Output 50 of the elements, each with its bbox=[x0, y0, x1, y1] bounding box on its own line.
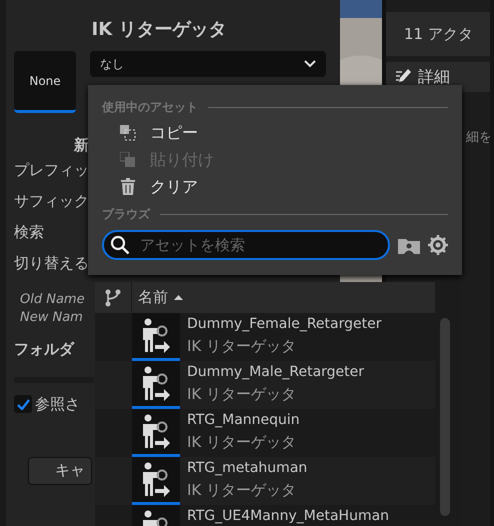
asset-name: Dummy_Female_Retargeter bbox=[187, 315, 382, 334]
checkbox[interactable] bbox=[14, 395, 32, 413]
search-field[interactable]: アセットを検索 bbox=[138, 232, 378, 258]
menu-item[interactable]: クリア bbox=[102, 173, 448, 200]
branch-icon[interactable] bbox=[105, 288, 121, 306]
note-text: New Nam bbox=[20, 309, 83, 328]
section-heading: ブラウズ bbox=[102, 206, 150, 223]
retarget-figure-icon bbox=[141, 462, 171, 498]
asset-row[interactable]: RTG_metahuman IK リターゲッタ bbox=[95, 457, 435, 505]
checkbox-label: 参照さ bbox=[35, 394, 80, 415]
retarget-figure-icon bbox=[141, 366, 171, 402]
search-box[interactable]: アセットを検索 bbox=[102, 230, 390, 260]
name-column-header[interactable]: 名前 bbox=[132, 286, 183, 309]
retarget-figure-icon bbox=[141, 414, 171, 450]
retarget-figure-icon bbox=[141, 318, 171, 354]
folder-heading: フォルダ bbox=[14, 338, 74, 360]
dialog-title: IK リターゲッタ bbox=[90, 18, 228, 42]
asset-row[interactable]: RTG_Mannequin IK リターゲッタ bbox=[95, 409, 435, 457]
asset-thumbnail[interactable]: None bbox=[14, 51, 76, 113]
section-heading: 新 bbox=[74, 134, 89, 156]
cancel-button[interactable]: キャ bbox=[28, 456, 92, 484]
search-icon bbox=[110, 235, 130, 255]
trash-icon bbox=[120, 178, 136, 195]
note-text: Old Name bbox=[20, 291, 85, 310]
asset-row[interactable]: RTG_UE4Manny_MetaHuman bbox=[95, 505, 435, 526]
menu-item[interactable]: コピー bbox=[102, 119, 448, 146]
asset-type: IK リターゲッタ bbox=[187, 336, 298, 357]
section-heading: 使用中のアセット bbox=[102, 99, 198, 116]
sort-ascending-icon bbox=[174, 295, 183, 300]
field-label: サフィック bbox=[14, 191, 89, 212]
asset-type: IK リターゲッタ bbox=[187, 384, 298, 405]
field-label: 検索 bbox=[14, 222, 44, 244]
field-label: 切り替える bbox=[14, 253, 89, 274]
field-label: プレフィッ bbox=[14, 160, 89, 182]
asset-type: IK リターゲッタ bbox=[187, 480, 298, 501]
actor-count: 11 アクタ bbox=[386, 12, 490, 56]
asset-name: RTG_metahuman bbox=[187, 459, 308, 478]
asset-type: IK リターゲッタ bbox=[187, 432, 298, 453]
settings-icon[interactable] bbox=[428, 235, 448, 255]
paste-icon bbox=[120, 152, 136, 168]
asset-row[interactable]: Dummy_Male_Retargeter IK リターゲッタ bbox=[95, 361, 435, 409]
asset-row[interactable]: Dummy_Female_Retargeter IK リターゲッタ bbox=[95, 313, 435, 361]
asset-combo[interactable]: なし bbox=[90, 51, 326, 77]
asset-name: RTG_UE4Manny_MetaHuman bbox=[187, 507, 390, 526]
scrollbar[interactable] bbox=[440, 318, 450, 516]
asset-name: Dummy_Male_Retargeter bbox=[187, 363, 364, 382]
asset-name: RTG_Mannequin bbox=[187, 411, 300, 430]
copy-icon bbox=[120, 124, 136, 140]
chevron-down-icon bbox=[304, 60, 316, 68]
folder-icon[interactable] bbox=[398, 236, 420, 254]
